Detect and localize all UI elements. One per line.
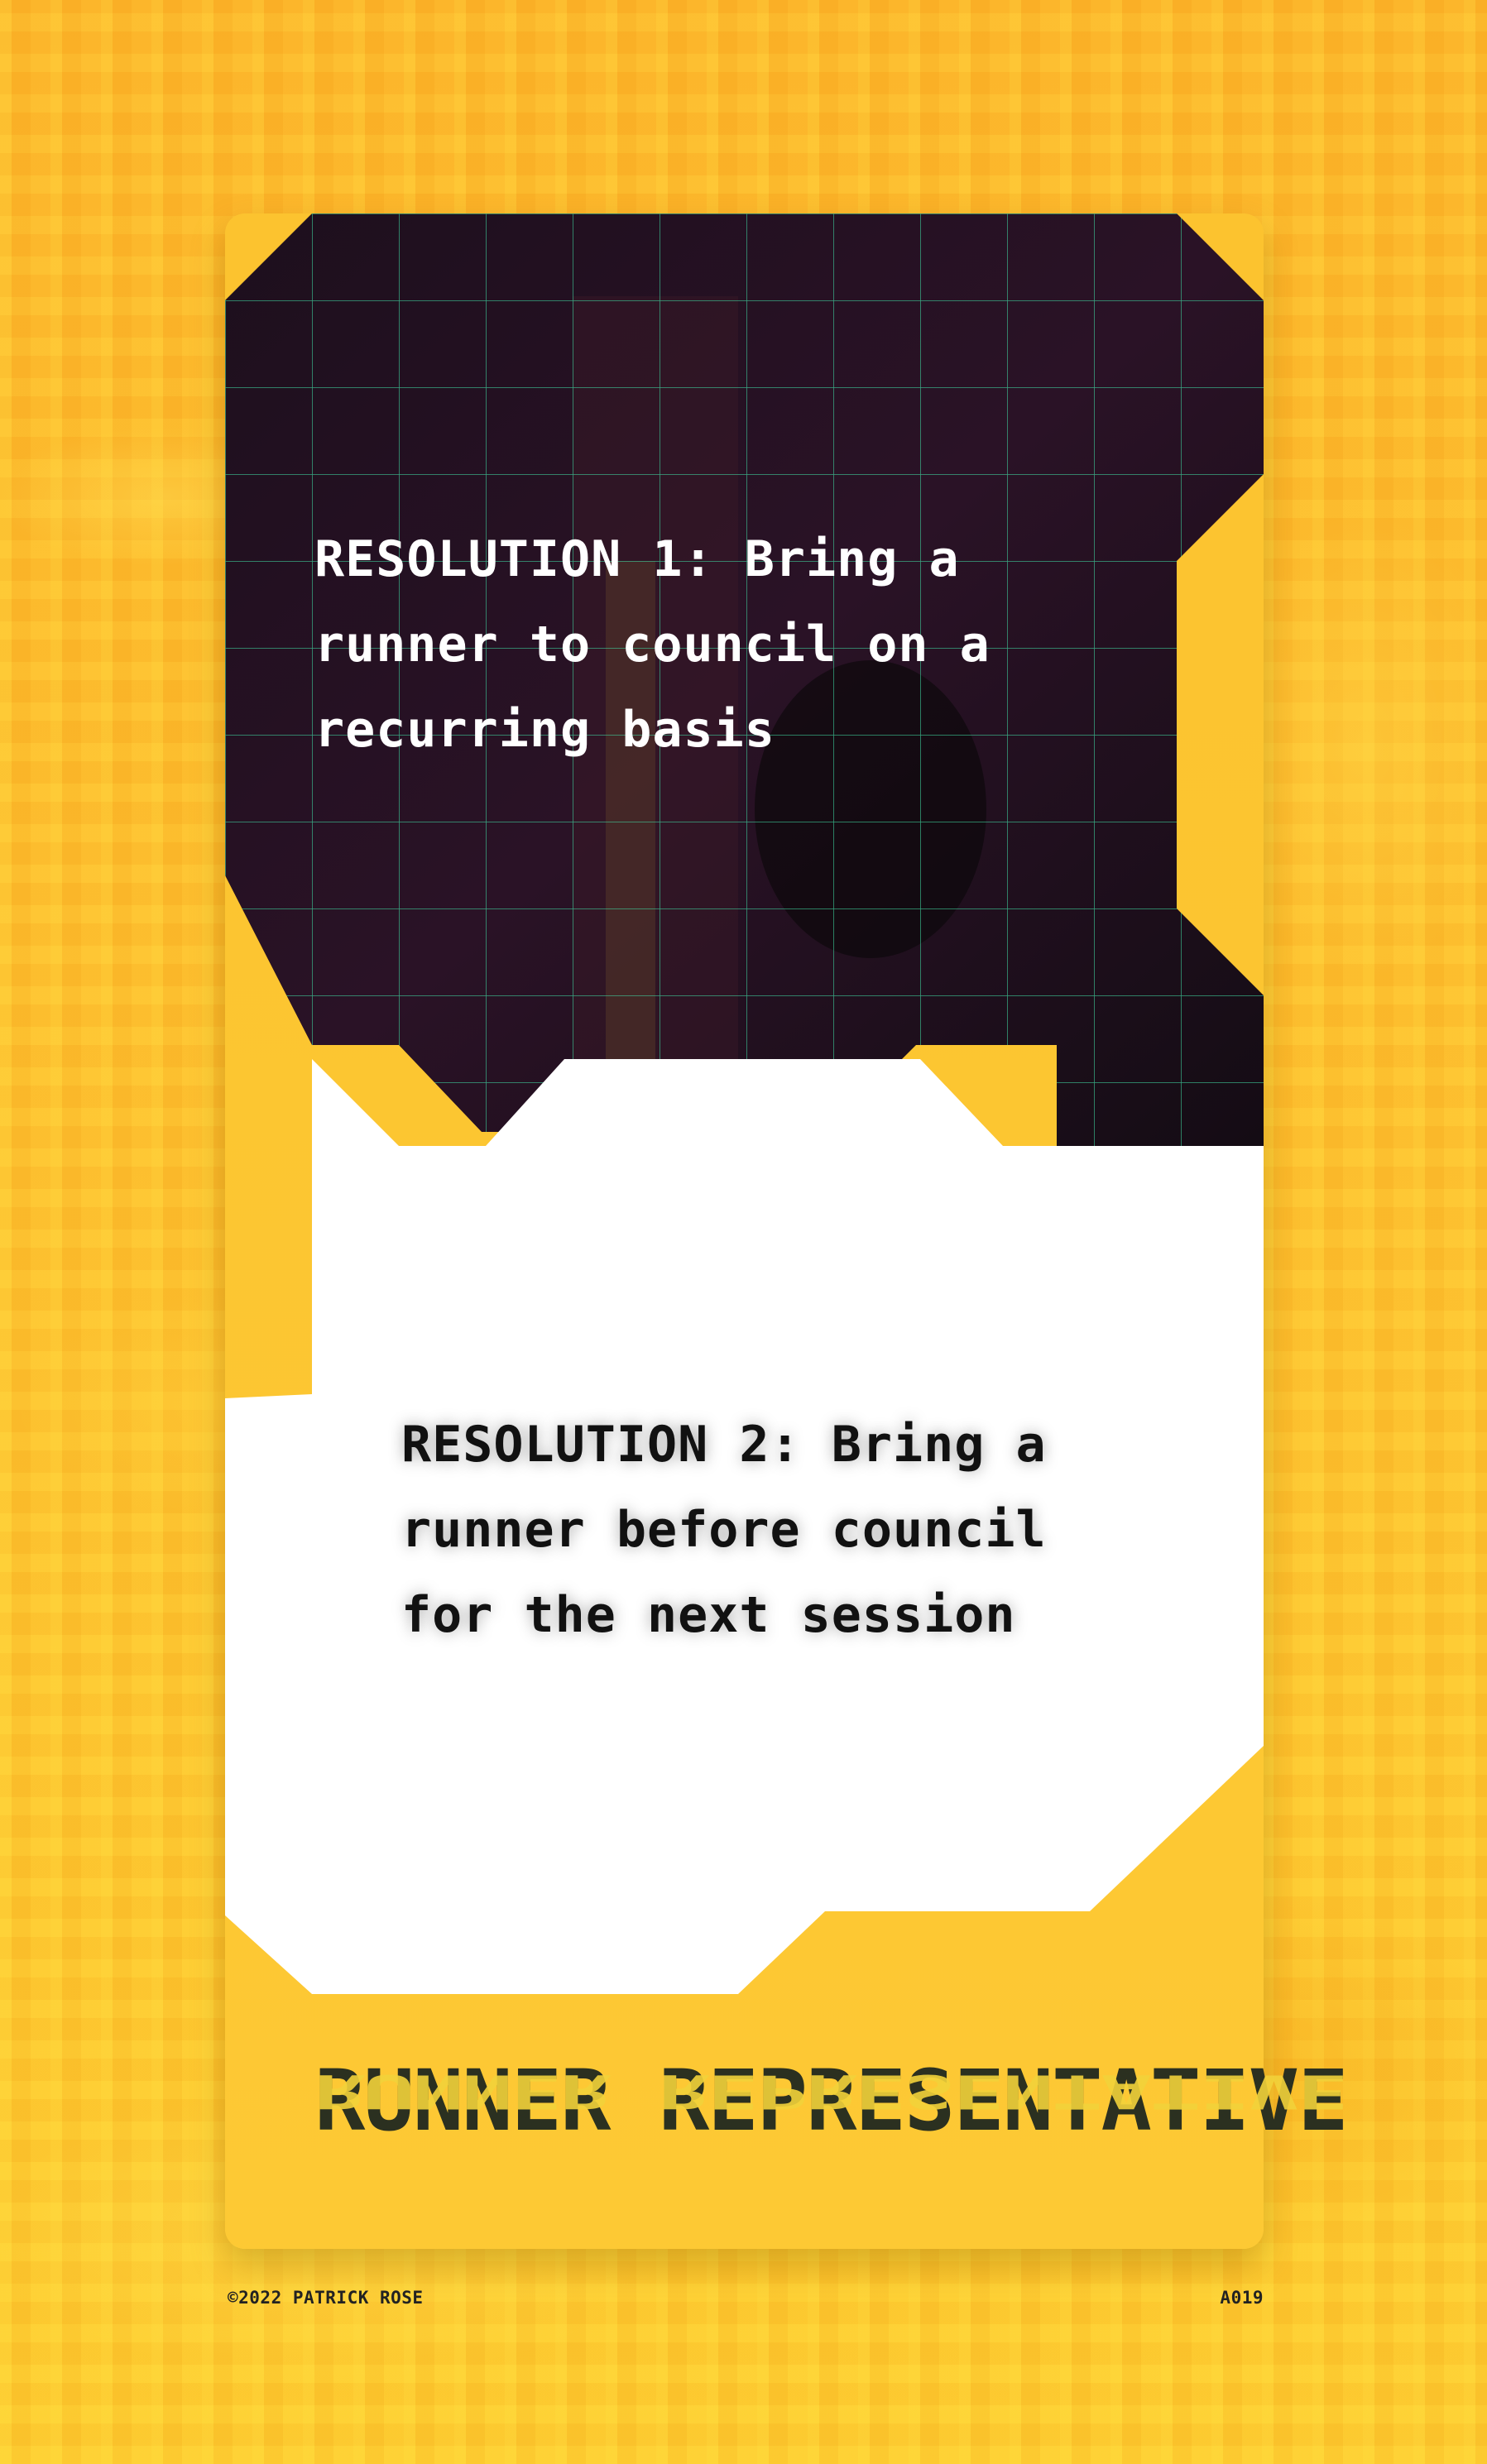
card-id: A019 xyxy=(1220,2288,1264,2308)
card-title-reflection: RUNNER REPRESENTATIVE xyxy=(314,2064,1347,2118)
resolution-1-text: RESOLUTION 1: Bring a runner to council … xyxy=(314,530,991,759)
resolution-2-text: RESOLUTION 2: Bring a runner before coun… xyxy=(401,1416,1047,1644)
copyright-text: ©2022 PATRICK ROSE xyxy=(228,2288,424,2308)
